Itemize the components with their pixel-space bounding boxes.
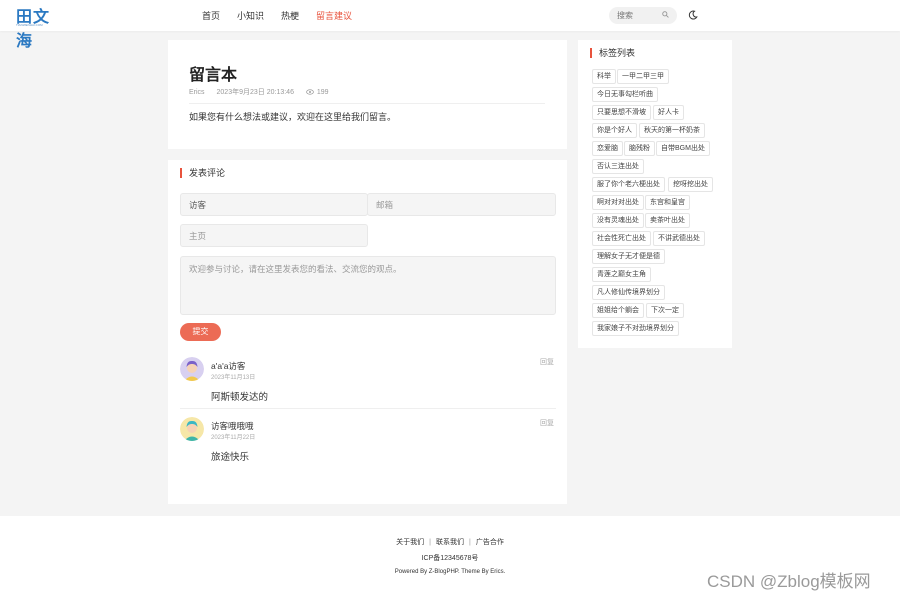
nav-item-memes[interactable]: 热梗 <box>281 9 299 22</box>
comment-text: 阿斯顿发达的 <box>211 392 269 403</box>
comment-divider <box>180 408 556 409</box>
comment-author: 访客哦哦哦 <box>211 421 254 431</box>
footer-links: 关于我们 | 联系我们 | 广告合作 <box>0 537 900 547</box>
csdn-watermark: CSDN @Zblog模板网 <box>707 572 871 591</box>
logo-text: 田文海 <box>16 7 51 50</box>
footer-link-about[interactable]: 关于我们 <box>396 539 424 546</box>
post-divider <box>189 103 545 104</box>
tag-item[interactable]: 服了你个老六梗出处 <box>592 177 665 192</box>
avatar-purple-hair-icon <box>180 357 204 381</box>
post-date: 2023年9月23日 20:13:46 <box>216 89 294 96</box>
tag-item[interactable]: 姐姐给个躺会 <box>592 303 644 318</box>
tag-item[interactable]: 脑残粉 <box>624 141 655 156</box>
tag-item[interactable]: 没有灵魂出处 <box>592 213 644 228</box>
comment-date: 2023年11月13日 <box>211 375 256 381</box>
name-field[interactable] <box>180 193 368 216</box>
page-title: 留言本 <box>189 67 238 84</box>
post-body: 如果您有什么想法或建议，欢迎在这里给我们留言。 <box>189 112 397 122</box>
reply-button[interactable]: 回复 <box>540 357 554 367</box>
tag-item[interactable]: 不讲武德出处 <box>653 231 705 246</box>
tag-item[interactable]: 你是个好人 <box>592 123 637 138</box>
comment-textarea[interactable] <box>180 256 556 315</box>
post-author: Erics <box>189 89 205 96</box>
search-input[interactable] <box>617 9 659 21</box>
footer-link-ads[interactable]: 广告合作 <box>476 539 504 546</box>
dark-mode-moon-icon[interactable] <box>688 10 698 20</box>
tag-item[interactable]: 科举 <box>592 69 616 84</box>
comment-form-title: 发表评论 <box>180 168 225 178</box>
tag-list-title: 标签列表 <box>590 48 635 58</box>
avatar-teal-hair-icon <box>180 417 204 441</box>
footer-separator: | <box>469 539 471 546</box>
tag-item[interactable]: 我家娘子不对劲境界划分 <box>592 321 679 336</box>
email-field[interactable] <box>367 193 556 216</box>
tag-item[interactable]: 社会性死亡出处 <box>592 231 651 246</box>
tag-item[interactable]: 好人卡 <box>653 105 684 120</box>
nav-item-guestbook[interactable]: 留言建议 <box>316 9 352 22</box>
comment-text: 旅途快乐 <box>211 452 250 463</box>
tag-item[interactable]: 一甲二甲三甲 <box>617 69 669 84</box>
tag-item[interactable]: 只要思想不滑坡 <box>592 105 651 120</box>
tag-item[interactable]: 挖呀挖出处 <box>668 177 713 192</box>
comment-date: 2023年11月22日 <box>211 435 256 441</box>
comment-author: a'a'a访客 <box>211 361 246 371</box>
tag-item[interactable]: 今日无事勾栏听曲 <box>592 87 658 102</box>
post-meta: Erics 2023年9月23日 20:13:46 199 <box>189 87 339 97</box>
nav-item-home[interactable]: 首页 <box>202 9 220 22</box>
avatar <box>180 417 204 441</box>
tag-item[interactable]: 下次一定 <box>646 303 684 318</box>
reply-button[interactable]: 回复 <box>540 418 554 428</box>
footer-separator: | <box>429 539 431 546</box>
tag-item[interactable]: 青莲之巅女主角 <box>592 267 651 282</box>
tag-item[interactable]: 否认三连出处 <box>592 159 644 174</box>
footer-link-contact[interactable]: 联系我们 <box>436 539 464 546</box>
tag-item[interactable]: 秋天的第一杯奶茶 <box>639 123 705 138</box>
avatar <box>180 357 204 381</box>
eye-icon <box>306 89 314 95</box>
tag-item[interactable]: 东宫和皇宫 <box>645 195 690 210</box>
tag-item[interactable]: 恋爱脑 <box>592 141 623 156</box>
tag-item[interactable]: 凡人修仙传境界划分 <box>592 285 665 300</box>
tag-item[interactable]: 自带BGM出处 <box>656 141 710 156</box>
top-bar: 田文海 TIANWENHAI.COM 首页 小知识 热梗 留言建议 <box>0 0 900 50</box>
tag-item[interactable]: 啊对对对出处 <box>592 195 644 210</box>
homepage-field[interactable] <box>180 224 368 247</box>
search-icon[interactable] <box>662 11 669 18</box>
tag-item[interactable]: 理解女子无才便是德 <box>592 249 665 264</box>
submit-button[interactable]: 提交 <box>180 323 221 341</box>
site-logo[interactable]: 田文海 TIANWENHAI.COM <box>16 4 64 50</box>
icp-number[interactable]: ICP备12345678号 <box>0 553 900 563</box>
post-views: 199 <box>316 89 329 96</box>
tag-item[interactable]: 卖茶叶出处 <box>645 213 690 228</box>
search-box <box>609 7 677 24</box>
nav-item-tips[interactable]: 小知识 <box>237 9 264 22</box>
logo-subtext: TIANWENHAI.COM <box>16 23 43 27</box>
